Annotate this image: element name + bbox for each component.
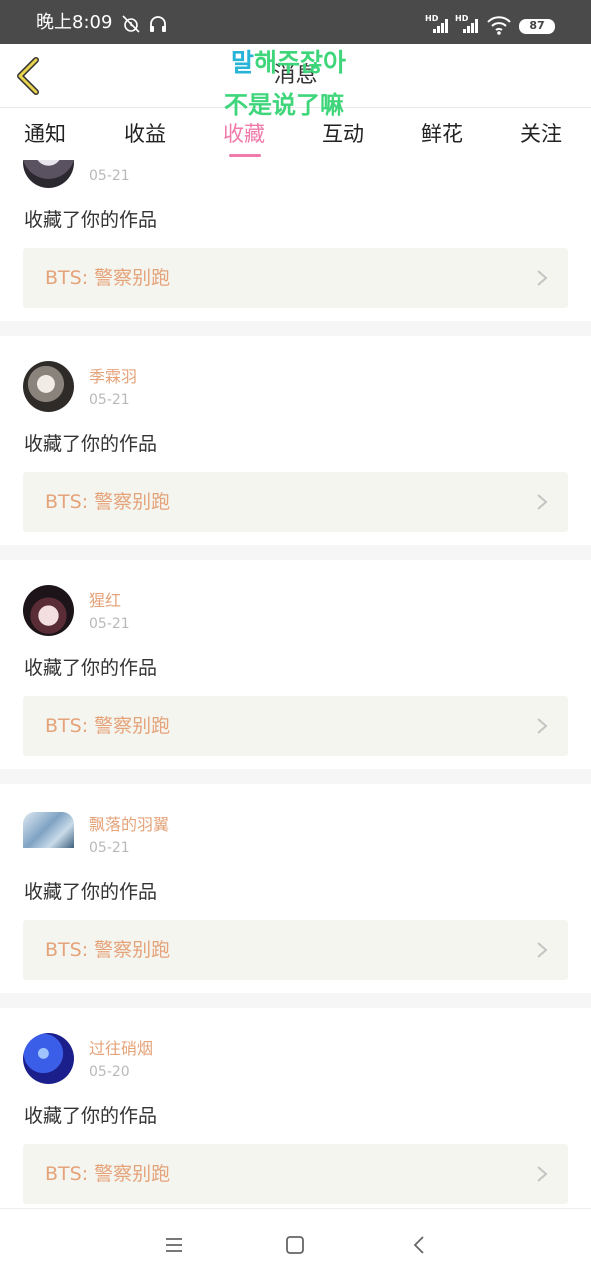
work-title: BTS: 警察别跑 xyxy=(45,1163,171,1185)
tab-following[interactable]: 关注 xyxy=(520,120,562,148)
alarm-off-icon xyxy=(121,14,141,38)
work-title: BTS: 警察别跑 xyxy=(45,491,171,513)
list-item: 过往硝烟 05-20 收藏了你的作品 BTS: 警察别跑 xyxy=(0,1008,591,1208)
active-tab-indicator xyxy=(229,154,261,157)
signal-hd-icon-2: HD xyxy=(455,13,481,39)
overlay-korean-first: 말 xyxy=(231,48,255,77)
avatar[interactable] xyxy=(23,160,74,188)
signal-hd-icon: HD xyxy=(425,13,451,39)
item-date: 05-20 xyxy=(89,1064,130,1080)
avatar[interactable] xyxy=(23,361,74,412)
action-text: 收藏了你的作品 xyxy=(24,1105,158,1127)
wifi-icon xyxy=(486,14,512,40)
username[interactable]: 飘落的羽翼 xyxy=(89,815,169,835)
status-time: 晚上8:09 xyxy=(36,12,113,33)
username[interactable]: 过往硝烟 xyxy=(89,1039,153,1059)
avatar[interactable] xyxy=(23,1033,74,1084)
status-bar: 晚上8:09 HD HD 87 xyxy=(0,0,591,44)
action-text: 收藏了你的作品 xyxy=(24,209,158,231)
avatar[interactable] xyxy=(23,585,74,636)
chevron-right-icon xyxy=(537,1166,548,1182)
tab-notifications[interactable]: 通知 xyxy=(24,120,66,148)
app-root: 晚上8:09 HD HD 87 消息 말해주잖아 不是说了嘛 通知 收益 收藏 … xyxy=(0,0,591,1280)
overlay-caption-korean: 말해주잖아 xyxy=(231,48,346,78)
tab-flowers[interactable]: 鲜花 xyxy=(421,120,463,148)
tab-earnings[interactable]: 收益 xyxy=(124,120,166,148)
chevron-right-icon xyxy=(537,270,548,286)
svg-text:HD: HD xyxy=(425,14,439,23)
svg-text:HD: HD xyxy=(455,14,469,23)
system-nav-bar xyxy=(0,1208,591,1280)
username[interactable]: 季霖羽 xyxy=(89,367,137,387)
list-item: 05-21 收藏了你的作品 BTS: 警察别跑 xyxy=(0,160,591,321)
chevron-right-icon xyxy=(537,718,548,734)
work-title: BTS: 警察别跑 xyxy=(45,939,171,961)
avatar[interactable] xyxy=(23,812,74,848)
action-text: 收藏了你的作品 xyxy=(24,657,158,679)
chevron-right-icon xyxy=(537,494,548,510)
action-text: 收藏了你的作品 xyxy=(24,433,158,455)
favorites-feed[interactable]: 05-21 收藏了你的作品 BTS: 警察别跑 季霖羽 05-21 收藏了你的作… xyxy=(0,160,591,1208)
work-link[interactable]: BTS: 警察别跑 xyxy=(23,248,568,308)
work-title: BTS: 警察别跑 xyxy=(45,267,171,289)
tab-interactions[interactable]: 互动 xyxy=(322,120,364,148)
item-date: 05-21 xyxy=(89,840,130,856)
back-icon[interactable] xyxy=(408,1233,432,1257)
work-link[interactable]: BTS: 警察别跑 xyxy=(23,696,568,756)
list-item: 猩红 05-21 收藏了你的作品 BTS: 警察别跑 xyxy=(0,560,591,769)
menu-icon[interactable] xyxy=(162,1233,186,1257)
headphone-icon xyxy=(148,14,168,38)
work-link[interactable]: BTS: 警察别跑 xyxy=(23,920,568,980)
item-date: 05-21 xyxy=(89,392,130,408)
home-square-icon[interactable] xyxy=(283,1233,307,1257)
overlay-caption-chinese: 不是说了嘛 xyxy=(224,91,344,119)
list-item: 飘落的羽翼 05-21 收藏了你的作品 BTS: 警察别跑 xyxy=(0,784,591,993)
username[interactable]: 猩红 xyxy=(89,591,121,611)
work-link[interactable]: BTS: 警察别跑 xyxy=(23,472,568,532)
overlay-korean-rest: 해주잖아 xyxy=(254,48,347,77)
action-text: 收藏了你的作品 xyxy=(24,881,158,903)
item-date: 05-21 xyxy=(89,168,130,184)
item-date: 05-21 xyxy=(89,616,130,632)
work-link[interactable]: BTS: 警察别跑 xyxy=(23,1144,568,1204)
tab-favorites[interactable]: 收藏 xyxy=(223,120,265,148)
list-item: 季霖羽 05-21 收藏了你的作品 BTS: 警察别跑 xyxy=(0,336,591,545)
battery-indicator: 87 xyxy=(519,19,555,34)
work-title: BTS: 警察别跑 xyxy=(45,715,171,737)
chevron-right-icon xyxy=(537,942,548,958)
